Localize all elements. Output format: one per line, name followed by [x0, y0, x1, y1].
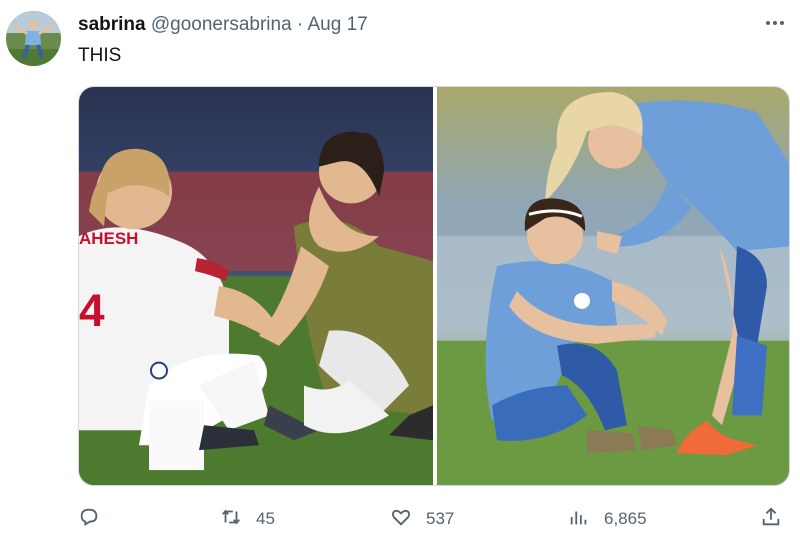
like-count: 537: [426, 509, 455, 528]
share-icon: [760, 506, 782, 533]
reply-icon: [78, 506, 100, 533]
views-count: 6,865: [604, 509, 647, 528]
user-handle[interactable]: @goonersabrina: [151, 14, 292, 35]
like-button[interactable]: 537: [390, 505, 454, 533]
heart-icon: [390, 506, 412, 533]
retweet-button[interactable]: 45: [220, 505, 275, 533]
tweet-date[interactable]: Aug 17: [307, 14, 367, 35]
media-photo-left[interactable]: AHESH 4: [79, 87, 433, 485]
tweet-header: sabrina @goonersabrina · Aug 17: [78, 13, 368, 37]
views-button[interactable]: 6,865: [568, 505, 647, 533]
retweet-icon: [220, 506, 242, 533]
views-icon: [568, 506, 590, 533]
jersey-number-text: 4: [79, 284, 105, 336]
display-name[interactable]: sabrina: [78, 14, 146, 35]
media-photo-right[interactable]: [437, 87, 789, 485]
jersey-name-text: AHESH: [79, 229, 138, 248]
retweet-count: 45: [256, 509, 275, 528]
separator: ·: [296, 14, 304, 35]
avatar[interactable]: [6, 11, 61, 66]
more-dots-icon[interactable]: [764, 12, 786, 40]
share-button[interactable]: [760, 505, 782, 533]
reply-button[interactable]: [78, 505, 100, 533]
tweet-actions: 45 537 6,865: [78, 505, 790, 533]
tweet-text: THIS: [78, 45, 122, 66]
tweet-media[interactable]: AHESH 4: [78, 86, 790, 486]
